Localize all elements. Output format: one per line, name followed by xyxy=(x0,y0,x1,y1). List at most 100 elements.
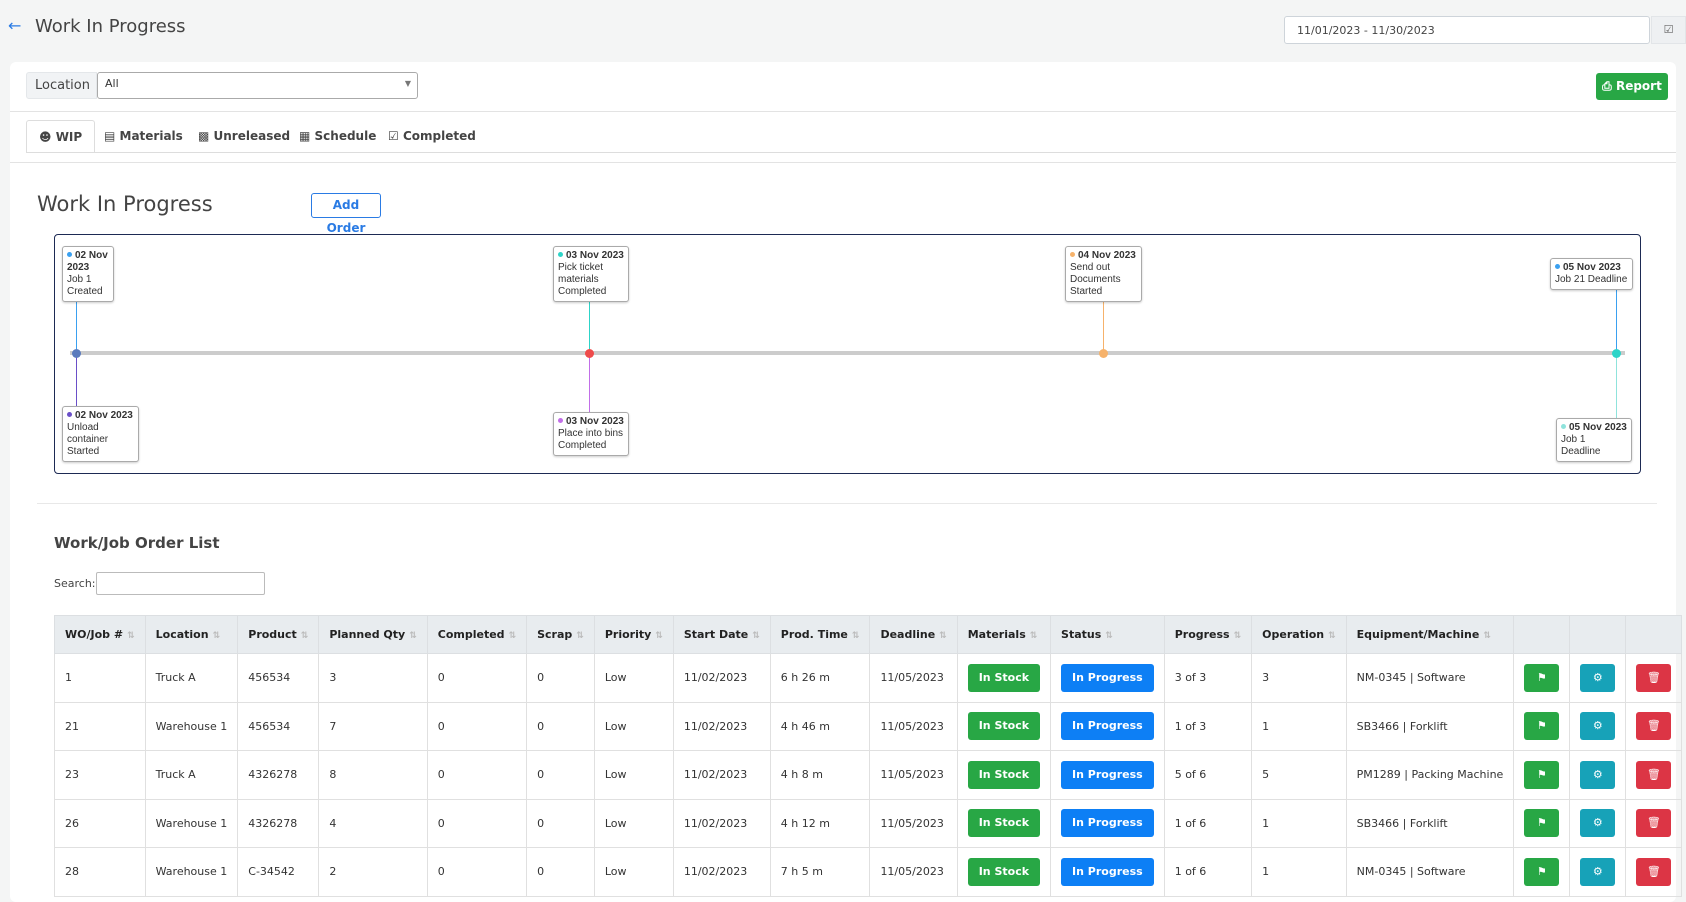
event-dot-icon xyxy=(1561,424,1566,429)
column-label: Prod. Time xyxy=(780,628,848,641)
sort-icon[interactable]: ⇅ xyxy=(127,631,135,641)
status-cell: In Progress xyxy=(1050,653,1165,703)
location-select[interactable]: All ▼ xyxy=(97,72,418,99)
table-cell: PM1289 | Packing Machine xyxy=(1345,750,1515,800)
search-input[interactable] xyxy=(96,572,265,595)
table-cell: SB3466 | Forklift xyxy=(1345,798,1515,848)
tab-label: Schedule xyxy=(314,129,377,143)
table-cell: 1 of 3 xyxy=(1163,701,1253,751)
column-label: Start Date xyxy=(683,628,749,641)
map-icon[interactable]: ⚑ xyxy=(1524,760,1560,789)
status-badge[interactable]: In Progress xyxy=(1061,857,1154,886)
column-header[interactable]: Start Date ⇅ xyxy=(672,615,771,654)
tab-completed[interactable]: ☑ Completed xyxy=(376,120,488,153)
table-cell: Warehouse 1 xyxy=(144,701,239,751)
date-range-input[interactable]: 11/01/2023 - 11/30/2023 xyxy=(1284,16,1650,44)
column-header[interactable]: WO/Job # ⇅ xyxy=(54,615,146,654)
event-date: 02 Nov 2023 xyxy=(75,410,133,421)
sort-icon[interactable]: ⇅ xyxy=(939,631,947,641)
cogs-icon[interactable]: ⚙ xyxy=(1580,857,1616,886)
table-cell: Low xyxy=(593,798,674,848)
sort-icon[interactable]: ⇅ xyxy=(409,631,417,641)
trash-icon[interactable]: 🗑 xyxy=(1636,809,1672,838)
column-header[interactable]: Materials ⇅ xyxy=(956,615,1052,654)
column-header[interactable]: Planned Qty ⇅ xyxy=(318,615,428,654)
tab-wip[interactable]: ☻ WIP xyxy=(26,120,96,153)
caret-down-icon: ▼ xyxy=(404,79,411,88)
sort-icon[interactable]: ⇅ xyxy=(752,631,760,641)
sort-icon[interactable]: ⇅ xyxy=(1483,631,1491,641)
event-text: Started xyxy=(1070,286,1103,297)
status-badge[interactable]: In Progress xyxy=(1061,663,1154,692)
status-badge[interactable]: In Progress xyxy=(1061,760,1154,789)
status-badge[interactable]: In Progress xyxy=(1061,712,1154,741)
column-header[interactable]: Deadline ⇅ xyxy=(869,615,958,654)
column-label: Location xyxy=(155,628,209,641)
column-header[interactable]: Equipment/Machine ⇅ xyxy=(1345,615,1515,654)
cogs-icon[interactable]: ⚙ xyxy=(1580,712,1616,741)
table-cell: 28 xyxy=(54,847,146,897)
materials-cell: In Stock xyxy=(956,701,1052,751)
back-arrow-icon[interactable]: ← xyxy=(8,16,21,35)
column-header[interactable]: Prod. Time ⇅ xyxy=(769,615,871,654)
table-cell: Low xyxy=(593,847,674,897)
column-header[interactable]: Location ⇅ xyxy=(144,615,239,654)
column-header[interactable]: Priority ⇅ xyxy=(593,615,674,654)
sort-icon[interactable]: ⇅ xyxy=(655,631,663,641)
sort-icon[interactable]: ⇅ xyxy=(213,631,221,641)
action-cell: ⚙ xyxy=(1569,653,1627,703)
column-header[interactable]: Product ⇅ xyxy=(237,615,320,654)
map-icon[interactable]: ⚑ xyxy=(1524,809,1560,838)
column-header[interactable]: Scrap ⇅ xyxy=(526,615,595,654)
table-cell: SB3466 | Forklift xyxy=(1345,701,1515,751)
status-badge[interactable]: In Progress xyxy=(1061,809,1154,838)
cogs-icon[interactable]: ⚙ xyxy=(1580,809,1616,838)
timeline-event: 05 Nov 2023 Job 21 Deadline xyxy=(1550,258,1633,290)
column-header xyxy=(1569,615,1627,654)
column-label: Product xyxy=(248,628,297,641)
cogs-icon[interactable]: ⚙ xyxy=(1580,663,1616,692)
map-icon[interactable]: ⚑ xyxy=(1524,712,1560,741)
trash-icon[interactable]: 🗑 xyxy=(1636,663,1672,692)
map-icon[interactable]: ⚑ xyxy=(1524,857,1560,886)
sort-icon[interactable]: ⇅ xyxy=(1030,631,1038,641)
map-icon[interactable]: ⚑ xyxy=(1524,663,1560,692)
sort-icon[interactable]: ⇅ xyxy=(1105,631,1113,641)
sort-icon[interactable]: ⇅ xyxy=(576,631,584,641)
event-text: Completed xyxy=(558,440,607,451)
sort-icon[interactable]: ⇅ xyxy=(301,631,309,641)
add-order-button[interactable]: Add Order xyxy=(311,193,381,235)
column-header[interactable]: Operation ⇅ xyxy=(1251,615,1347,654)
calendar-check-icon[interactable]: ☑ xyxy=(1651,16,1686,44)
event-text: Documents xyxy=(1070,274,1121,285)
tab-schedule[interactable]: ▦ Schedule xyxy=(287,120,388,153)
column-label: Planned Qty xyxy=(329,628,406,641)
trash-icon[interactable]: 🗑 xyxy=(1636,857,1672,886)
page-title: Work In Progress xyxy=(35,16,186,37)
table-cell: 4 h 46 m xyxy=(769,701,871,751)
list-title: Work/Job Order List xyxy=(54,534,220,552)
cogs-icon[interactable]: ⚙ xyxy=(1580,760,1616,789)
table-cell: NM-0345 | Software xyxy=(1345,847,1515,897)
action-cell: ⚙ xyxy=(1569,847,1627,897)
timeline-connector xyxy=(1616,290,1617,353)
column-label: Equipment/Machine xyxy=(1356,628,1480,641)
tab-materials[interactable]: ▤ Materials xyxy=(92,120,195,153)
report-button[interactable]: ⎙ Report xyxy=(1596,73,1668,100)
trash-icon[interactable]: 🗑 xyxy=(1636,712,1672,741)
section-title: Work In Progress xyxy=(37,192,213,216)
sort-icon[interactable]: ⇅ xyxy=(509,631,517,641)
sort-icon[interactable]: ⇅ xyxy=(1328,631,1336,641)
tab-unreleased[interactable]: ▩ Unreleased xyxy=(186,120,302,153)
column-header[interactable]: Completed ⇅ xyxy=(426,615,528,654)
sort-icon[interactable]: ⇅ xyxy=(852,631,860,641)
column-header[interactable]: Status ⇅ xyxy=(1050,615,1165,654)
action-cell: ⚑ xyxy=(1513,750,1571,800)
column-header[interactable]: Progress ⇅ xyxy=(1163,615,1253,654)
event-text: Job 21 Deadline xyxy=(1555,274,1628,285)
table-cell: C-34542 xyxy=(237,847,320,897)
trash-icon[interactable]: 🗑 xyxy=(1636,760,1672,789)
table-cell: 1 xyxy=(54,653,146,703)
table-cell: 11/02/2023 xyxy=(672,701,771,751)
sort-icon[interactable]: ⇅ xyxy=(1234,631,1242,641)
